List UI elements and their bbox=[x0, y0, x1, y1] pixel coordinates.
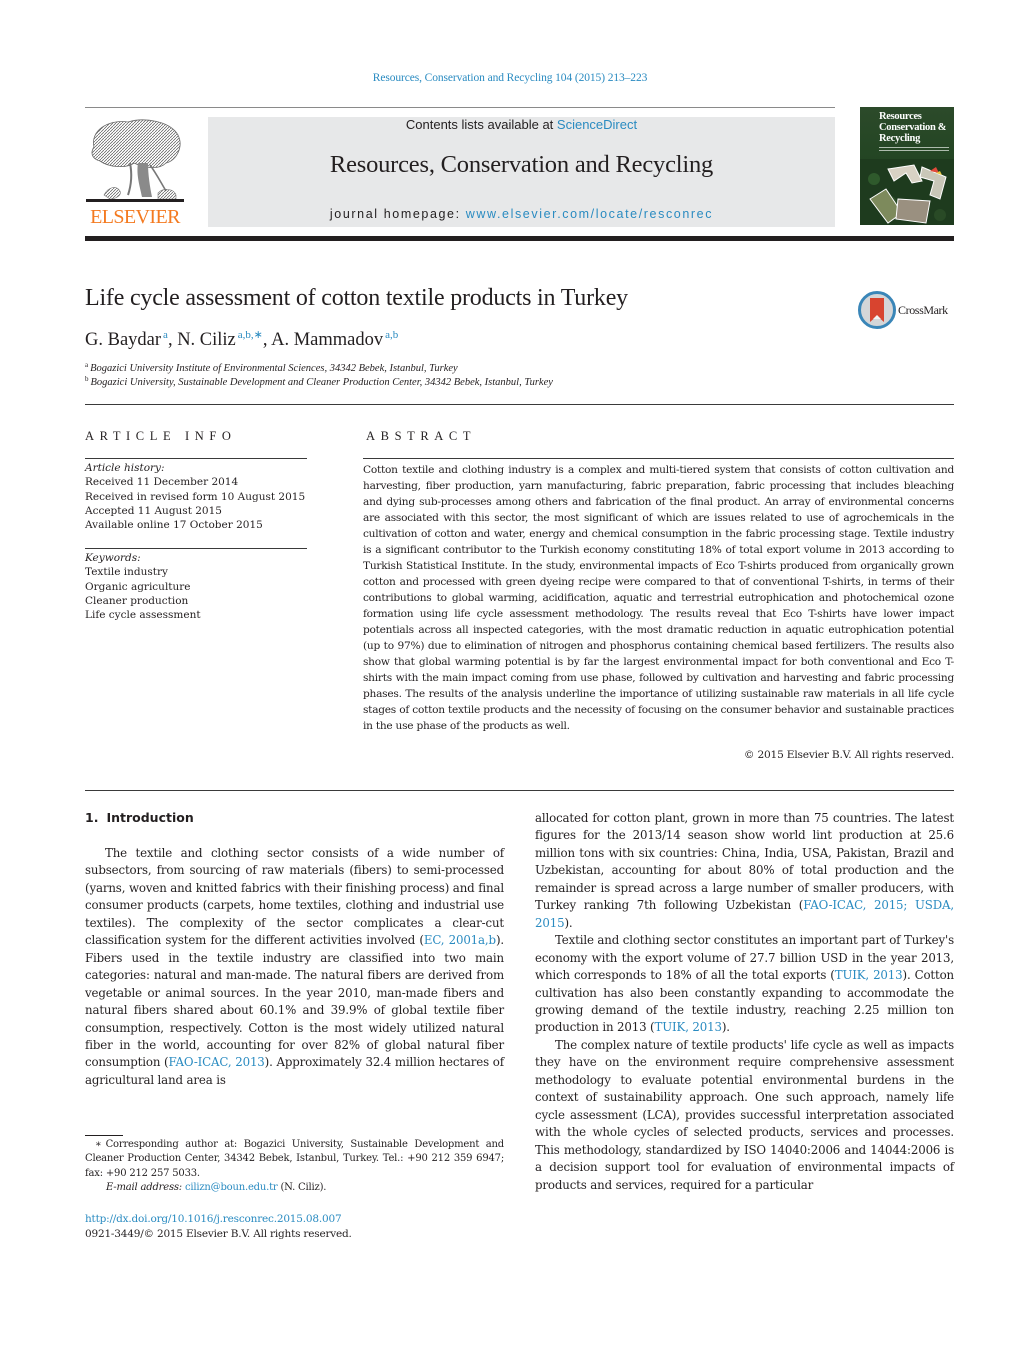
elsevier-logo[interactable]: ELSEVIER bbox=[85, 117, 185, 228]
keyword: Organic agriculture bbox=[85, 580, 191, 593]
article-info-divider bbox=[85, 458, 307, 459]
affiliation: b Bogazici University, Sustainable Develo… bbox=[85, 375, 553, 388]
contents-line: Contents lists available at ScienceDirec… bbox=[208, 117, 835, 133]
doi-link[interactable]: http://dx.doi.org/10.1016/j.resconrec.20… bbox=[85, 1213, 342, 1225]
cover-subtitle bbox=[879, 147, 949, 153]
elsevier-wordmark: ELSEVIER bbox=[90, 206, 180, 228]
corresponding-author-footnote: ∗ Corresponding author at: Bogazici Unive… bbox=[85, 1138, 504, 1196]
citation-link[interactable]: FAO-ICAC, 2013 bbox=[168, 1055, 264, 1069]
body-paragraph: The textile and clothing sector consists… bbox=[85, 845, 504, 1089]
article-history-label: Article history: bbox=[85, 462, 165, 474]
affiliation-text: Bogazici University, Sustainable Develop… bbox=[90, 377, 553, 388]
body-right-column: allocated for cotton plant, grown in mor… bbox=[535, 810, 954, 1194]
citation-link[interactable]: TUIK, 2013 bbox=[835, 968, 903, 982]
corresponding-author-note: ∗ Corresponding author at: Bogazici Unive… bbox=[85, 1138, 504, 1181]
email-suffix: (N. Ciliz). bbox=[277, 1182, 327, 1194]
author-separator: , bbox=[262, 330, 272, 350]
email-link[interactable]: cilizn@boun.edu.tr bbox=[185, 1182, 278, 1193]
issn-copyright: 0921-3449/© 2015 Elsevier B.V. All right… bbox=[85, 1227, 352, 1240]
corresponding-author-text: Corresponding author at: Bogazici Univer… bbox=[85, 1139, 504, 1179]
author-name[interactable]: N. Ciliz bbox=[177, 330, 236, 350]
cover-title-line: Recycling bbox=[879, 133, 921, 144]
keyword: Life cycle assessment bbox=[85, 609, 201, 622]
body-paragraph: The complex nature of textile products' … bbox=[535, 1037, 954, 1192]
contents-prefix: Contents lists available at bbox=[405, 117, 557, 132]
keywords: Keywords: Textile industry Organic agric… bbox=[85, 551, 201, 622]
body-text: ). Fibers used in the textile industry a… bbox=[85, 933, 504, 1070]
author-list: G. Baydar a, N. Ciliz a,b,∗, A. Mammadov a,… bbox=[85, 328, 398, 351]
journal-citation-link[interactable]: Resources, Conservation and Recycling 10… bbox=[0, 72, 1020, 84]
abstract-copyright: © 2015 Elsevier B.V. All rights reserved… bbox=[743, 749, 954, 761]
journal-homepage-line: journal homepage: www.elsevier.com/locat… bbox=[208, 207, 835, 221]
section-title: Introduction bbox=[106, 810, 194, 825]
header-thick-divider bbox=[85, 236, 954, 241]
author-separator: , bbox=[167, 330, 178, 350]
article-history: Article history: Received 11 December 20… bbox=[85, 461, 305, 532]
abstract-divider bbox=[363, 458, 954, 459]
keyword: Textile industry bbox=[85, 566, 168, 579]
homepage-prefix: journal homepage: bbox=[329, 207, 466, 221]
abstract-end-divider bbox=[85, 790, 954, 791]
footnote-star: ∗ bbox=[95, 1139, 102, 1150]
history-entry: Accepted 11 August 2015 bbox=[85, 504, 222, 517]
body-text: ). bbox=[564, 915, 573, 930]
body-left-column: The textile and clothing sector consists… bbox=[85, 845, 504, 1089]
history-entry: Received 11 December 2014 bbox=[85, 476, 239, 489]
journal-homepage-link[interactable]: www.elsevier.com/locate/resconrec bbox=[466, 207, 713, 221]
crossmark-badge[interactable]: CrossMark bbox=[858, 291, 958, 329]
author-name[interactable]: A. Mammadov bbox=[271, 330, 383, 350]
article-title: Life cycle assessment of cotton textile … bbox=[85, 285, 628, 311]
elsevier-tree-icon bbox=[86, 119, 184, 202]
author-affiliation-mark[interactable]: a,b,∗ bbox=[238, 329, 263, 341]
keywords-divider bbox=[85, 548, 307, 549]
author-name[interactable]: G. Baydar bbox=[85, 330, 161, 350]
email-line: E-mail address: cilizn@boun.edu.tr (N. C… bbox=[85, 1181, 504, 1195]
citation-link[interactable]: EC, 2001a,b bbox=[424, 933, 496, 947]
affiliation-mark: a bbox=[85, 361, 89, 369]
journal-banner: Contents lists available at ScienceDirec… bbox=[208, 117, 835, 227]
cover-title: Resources Conservation & Recycling bbox=[879, 111, 947, 144]
footnote-divider bbox=[85, 1135, 123, 1136]
body-text: ). bbox=[721, 1020, 730, 1035]
cover-title-line: Conservation & bbox=[879, 122, 947, 133]
body-paragraph: Textile and clothing sector constitutes … bbox=[535, 932, 954, 1037]
affiliation-mark: b bbox=[85, 375, 89, 383]
article-info-heading: ARTICLE INFO bbox=[85, 429, 237, 443]
body-paragraph: allocated for cotton plant, grown in mor… bbox=[535, 810, 954, 932]
author-affiliation-mark[interactable]: a,b bbox=[385, 329, 398, 341]
sciencedirect-link[interactable]: ScienceDirect bbox=[557, 117, 637, 132]
section-heading-introduction: 1. Introduction bbox=[85, 810, 194, 825]
section-number: 1. bbox=[85, 810, 99, 825]
recycling-arrows-icon bbox=[860, 159, 954, 225]
journal-title[interactable]: Resources, Conservation and Recycling bbox=[208, 151, 835, 179]
affiliation-text: Bogazici University Institute of Environ… bbox=[90, 363, 458, 374]
keyword: Cleaner production bbox=[85, 594, 189, 607]
abstract-text: Cotton textile and clothing industry is … bbox=[363, 464, 954, 732]
crossmark-label: CrossMark bbox=[898, 303, 948, 317]
title-block-divider bbox=[85, 404, 954, 405]
keywords-label: Keywords: bbox=[85, 552, 141, 564]
email-label: E-mail address: bbox=[106, 1182, 182, 1194]
journal-cover-image[interactable]: Resources Conservation & Recycling bbox=[860, 107, 954, 225]
abstract-heading: ABSTRACT bbox=[366, 429, 477, 443]
doi-block: http://dx.doi.org/10.1016/j.resconrec.20… bbox=[85, 1212, 352, 1241]
affiliation: a Bogazici University Institute of Enviro… bbox=[85, 361, 458, 374]
header-divider bbox=[85, 107, 835, 108]
citation-link[interactable]: TUIK, 2013 bbox=[655, 1020, 722, 1034]
history-entry: Available online 17 October 2015 bbox=[85, 519, 263, 532]
cover-title-line: Resources bbox=[879, 111, 922, 122]
history-entry: Received in revised form 10 August 2015 bbox=[85, 490, 306, 503]
crossmark-icon bbox=[858, 291, 896, 329]
